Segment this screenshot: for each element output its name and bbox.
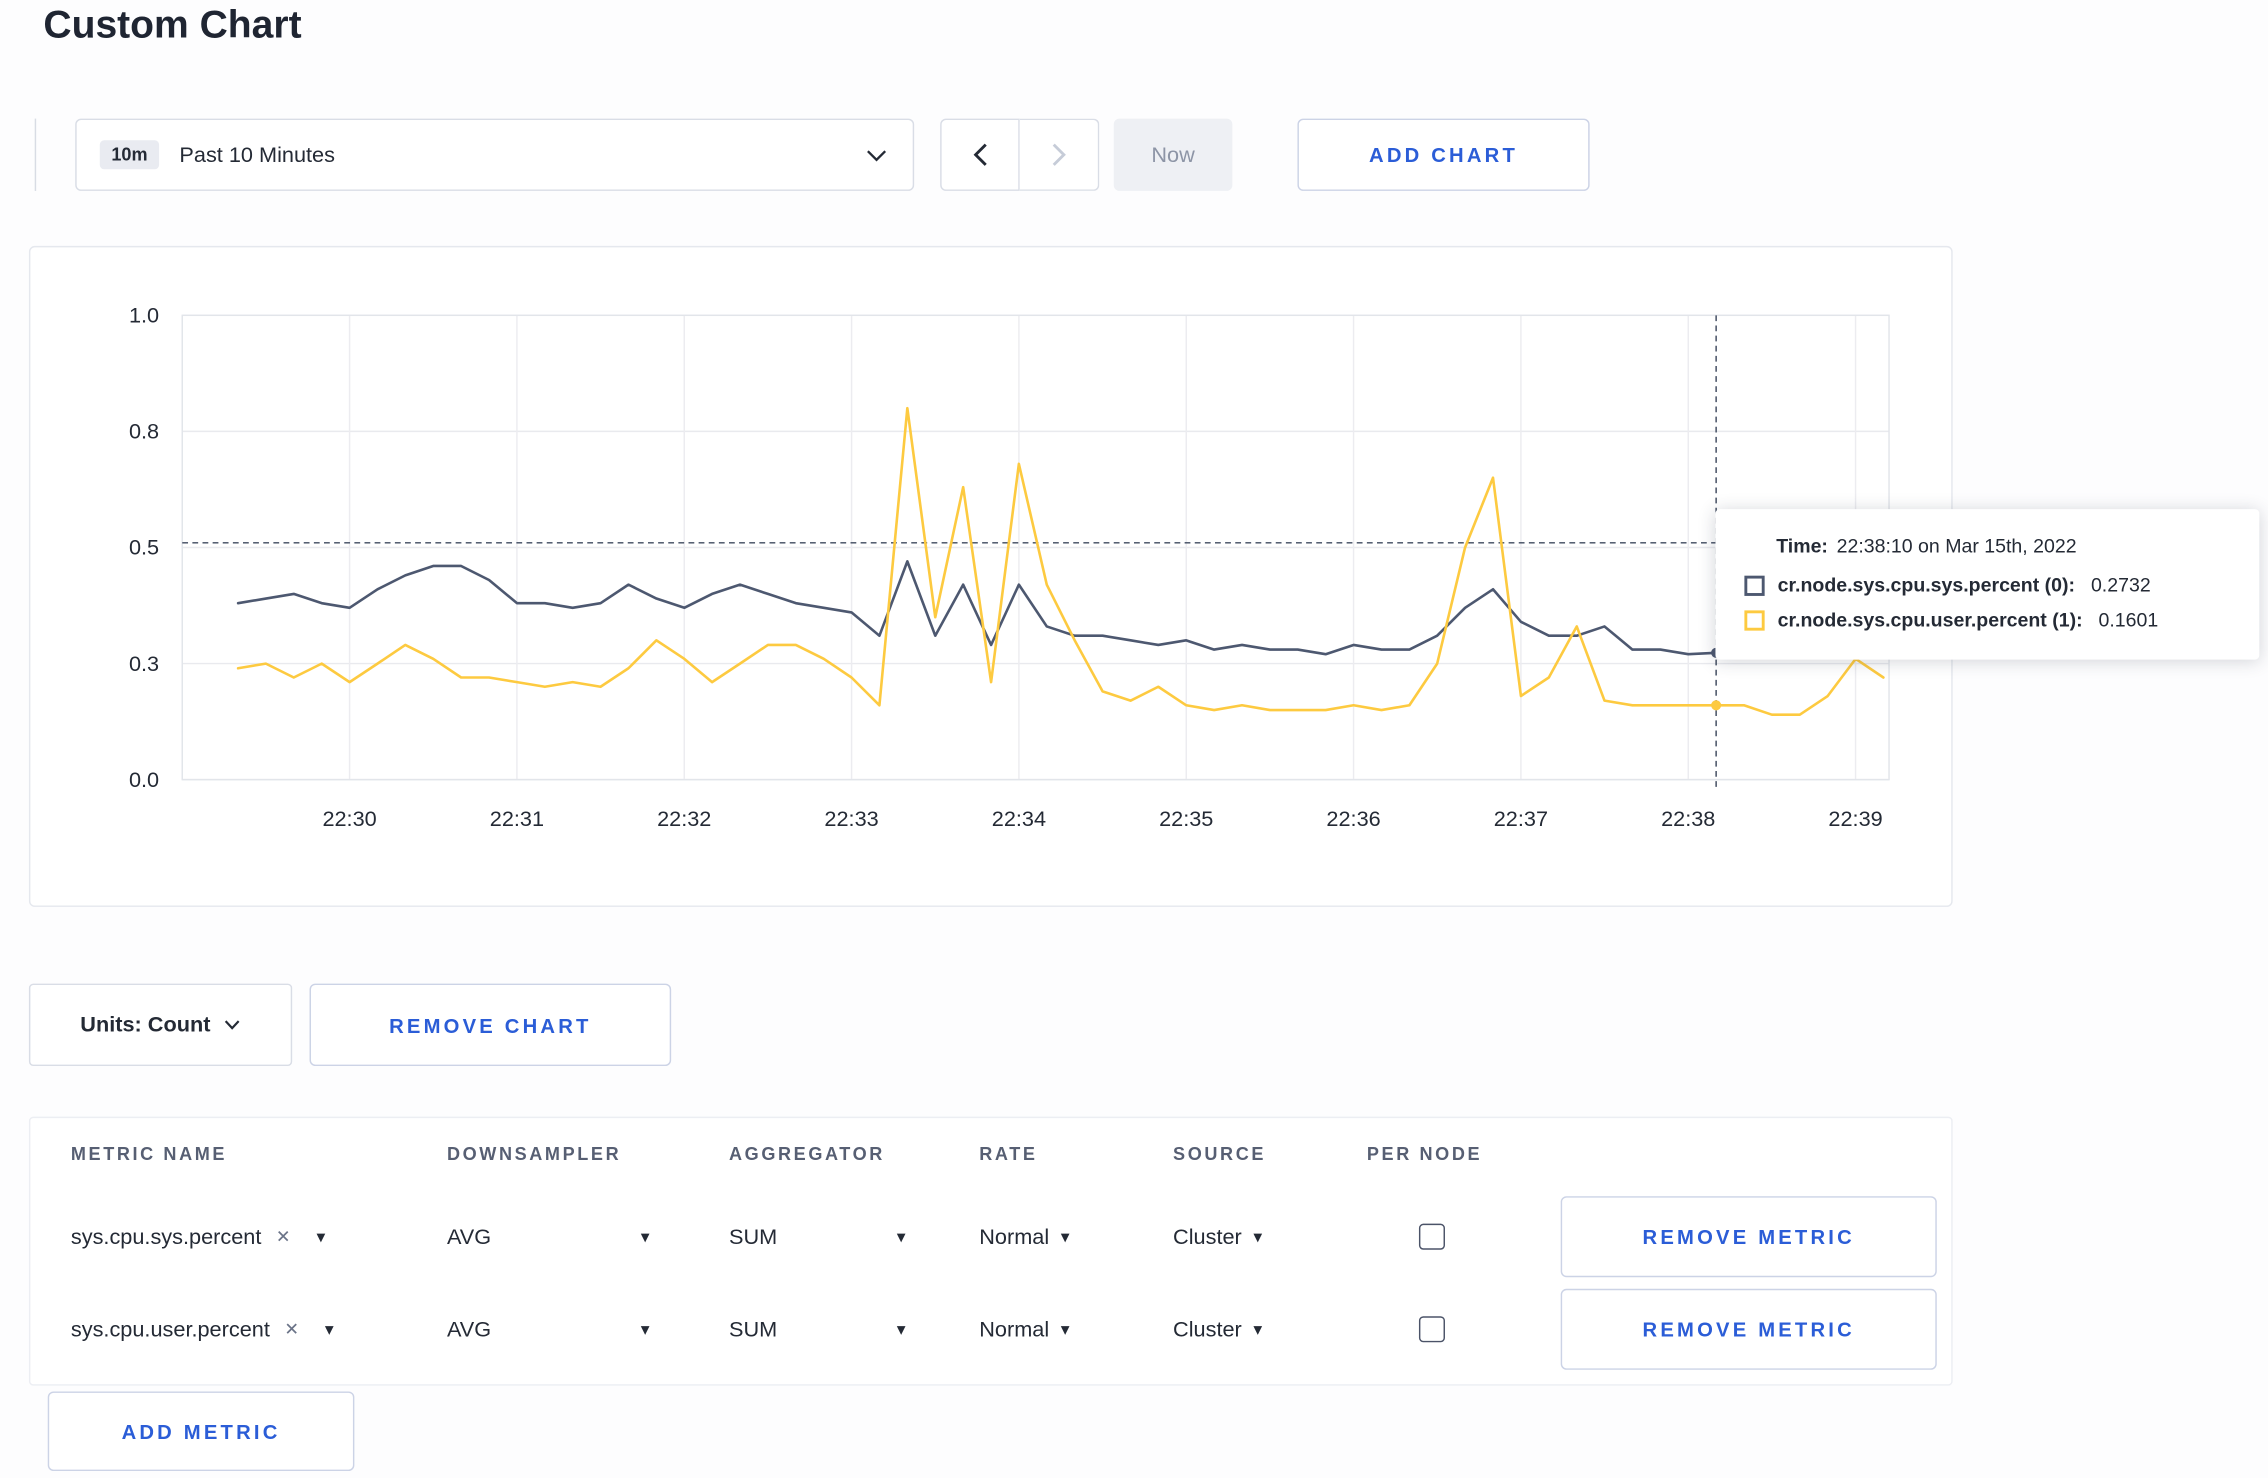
series-line-0 [236,560,1885,656]
rate-select[interactable]: Normal ▾ [979,1224,1173,1249]
tooltip-series-value: 0.2732 [2090,574,2151,596]
y-axis-tick: 0.5 [129,535,159,560]
x-axis-tick: 22:37 [1494,806,1548,831]
units-dropdown[interactable]: Units: Count [28,983,293,1067]
aggregator-select[interactable]: SUM ▾ [729,1317,905,1342]
source-select[interactable]: Cluster ▾ [1173,1224,1367,1249]
tooltip-time-value: 22:38:10 on Mar 15th, 2022 [1836,535,2077,557]
caret-down-icon: ▾ [896,1226,906,1247]
y-axis-tick: 0.8 [129,419,159,444]
metric-name-select[interactable]: sys.cpu.user.percent ✕ ▾ [71,1317,447,1342]
tooltip-time-label: Time: [1776,535,1828,557]
chevron-down-icon [225,1020,241,1030]
time-range-label: Past 10 Minutes [179,142,335,168]
remove-metric-button[interactable]: REMOVE METRIC [1560,1196,1937,1278]
custom-chart-page: Custom Chart 10m Past 10 Minutes Now ADD… [0,0,2268,1478]
time-range-badge: 10m [99,140,160,170]
caret-down-icon: ▾ [640,1319,650,1340]
next-range-button[interactable] [1019,118,1100,191]
tooltip-series-name: cr.node.sys.cpu.user.percent (1): [1777,608,2083,631]
source-select[interactable]: Cluster ▾ [1173,1317,1367,1342]
time-range-dropdown[interactable]: 10m Past 10 Minutes [75,118,915,191]
caret-down-icon: ▾ [316,1226,326,1247]
downsampler-select[interactable]: AVG ▾ [447,1317,650,1342]
aggregator-select[interactable]: SUM ▾ [729,1224,905,1249]
metric-name-value: sys.cpu.user.percent [70,1316,270,1342]
chevron-left-icon [972,143,987,166]
chart-panel: 1.0 0.8 0.5 0.3 0.0 22:30 22:31 22:32 22:33 22:34… [28,245,1953,907]
remove-metric-button[interactable]: REMOVE METRIC [1560,1288,1937,1370]
metric-row: sys.cpu.sys.percent ✕ ▾ AVG ▾ SUM ▾ Norm… [30,1190,1951,1283]
y-axis-tick: 0.0 [129,767,159,792]
x-axis-tick: 22:33 [824,806,878,831]
series-swatch-icon [1744,609,1765,630]
caret-down-icon: ▾ [1253,1226,1263,1247]
x-axis-tick: 22:39 [1828,806,1882,831]
rate-select[interactable]: Normal ▾ [979,1317,1173,1342]
col-header-per-node: PER NODE [1366,1144,1483,1165]
col-header-downsampler: DOWNSAMPLER [446,1144,622,1165]
caret-down-icon: ▾ [896,1319,906,1340]
x-axis-tick: 22:38 [1661,806,1715,831]
metric-name-select[interactable]: sys.cpu.sys.percent ✕ ▾ [71,1224,447,1249]
line-chart[interactable]: 1.0 0.8 0.5 0.3 0.0 22:30 22:31 22:32 22:33 22:34… [30,247,1951,905]
series-line-1 [236,406,1885,716]
tooltip-series-name: cr.node.sys.cpu.sys.percent (0): [1777,574,2076,596]
x-axis-tick: 22:35 [1159,806,1213,831]
range-pager [940,118,1100,191]
caret-down-icon: ▾ [640,1226,650,1247]
y-axis-tick: 0.3 [129,651,159,676]
col-header-source: SOURCE [1173,1144,1267,1165]
chevron-down-icon [866,148,887,161]
x-axis-tick: 22:31 [490,806,544,831]
col-header-aggregator: AGGREGATOR [729,1144,885,1165]
x-axis-tick: 22:34 [992,806,1046,831]
tooltip-series-row: cr.node.sys.cpu.sys.percent (0): 0.2732 [1744,574,2230,596]
per-node-checkbox[interactable] [1418,1223,1445,1250]
add-metric-button[interactable]: ADD METRIC [47,1391,355,1472]
x-axis-tick: 22:36 [1326,806,1380,831]
metrics-table: METRIC NAME DOWNSAMPLER AGGREGATOR RATE … [28,1116,1953,1386]
downsampler-select[interactable]: AVG ▾ [447,1224,650,1249]
tooltip-series-row: cr.node.sys.cpu.user.percent (1): 0.1601 [1744,609,2230,631]
prev-range-button[interactable] [940,118,1020,191]
caret-down-icon: ▾ [324,1319,334,1340]
clear-metric-icon[interactable]: ✕ [281,1319,301,1339]
caret-down-icon: ▾ [1060,1226,1070,1247]
metric-row: sys.cpu.user.percent ✕ ▾ AVG ▾ SUM ▾ Nor… [30,1283,1951,1376]
page-title: Custom Chart [43,2,302,47]
series-swatch-icon [1744,574,1765,596]
crosshair-point [1711,700,1722,711]
toolbar: 10m Past 10 Minutes Now ADD CHART [0,118,2268,191]
remove-chart-button[interactable]: REMOVE CHART [309,983,672,1067]
units-label: Units: Count [80,1012,211,1038]
caret-down-icon: ▾ [1253,1319,1263,1340]
chevron-right-icon [1052,143,1066,166]
clear-metric-icon[interactable]: ✕ [273,1227,293,1247]
metrics-table-header: METRIC NAME DOWNSAMPLER AGGREGATOR RATE … [30,1118,1951,1190]
tooltip-series-value: 0.1601 [2098,608,2159,631]
tooltip-time: Time: 22:38:10 on Mar 15th, 2022 [1776,535,2230,557]
now-button[interactable]: Now [1113,118,1233,191]
x-axis-tick: 22:32 [657,806,711,831]
y-axis-tick: 1.0 [129,303,159,328]
col-header-metric-name: METRIC NAME [70,1144,228,1165]
tooltip-series-list: cr.node.sys.cpu.sys.percent (0): 0.2732 cr… [1744,574,2230,631]
caret-down-icon: ▾ [1060,1319,1070,1340]
x-axis-tick: 22:30 [322,806,376,831]
col-header-rate: RATE [979,1144,1038,1165]
add-chart-button[interactable]: ADD CHART [1297,118,1590,191]
chart-tooltip: Time: 22:38:10 on Mar 15th, 2022 cr.node.… [1715,509,2260,660]
per-node-checkbox[interactable] [1418,1316,1445,1343]
metric-name-value: sys.cpu.sys.percent [70,1224,262,1249]
